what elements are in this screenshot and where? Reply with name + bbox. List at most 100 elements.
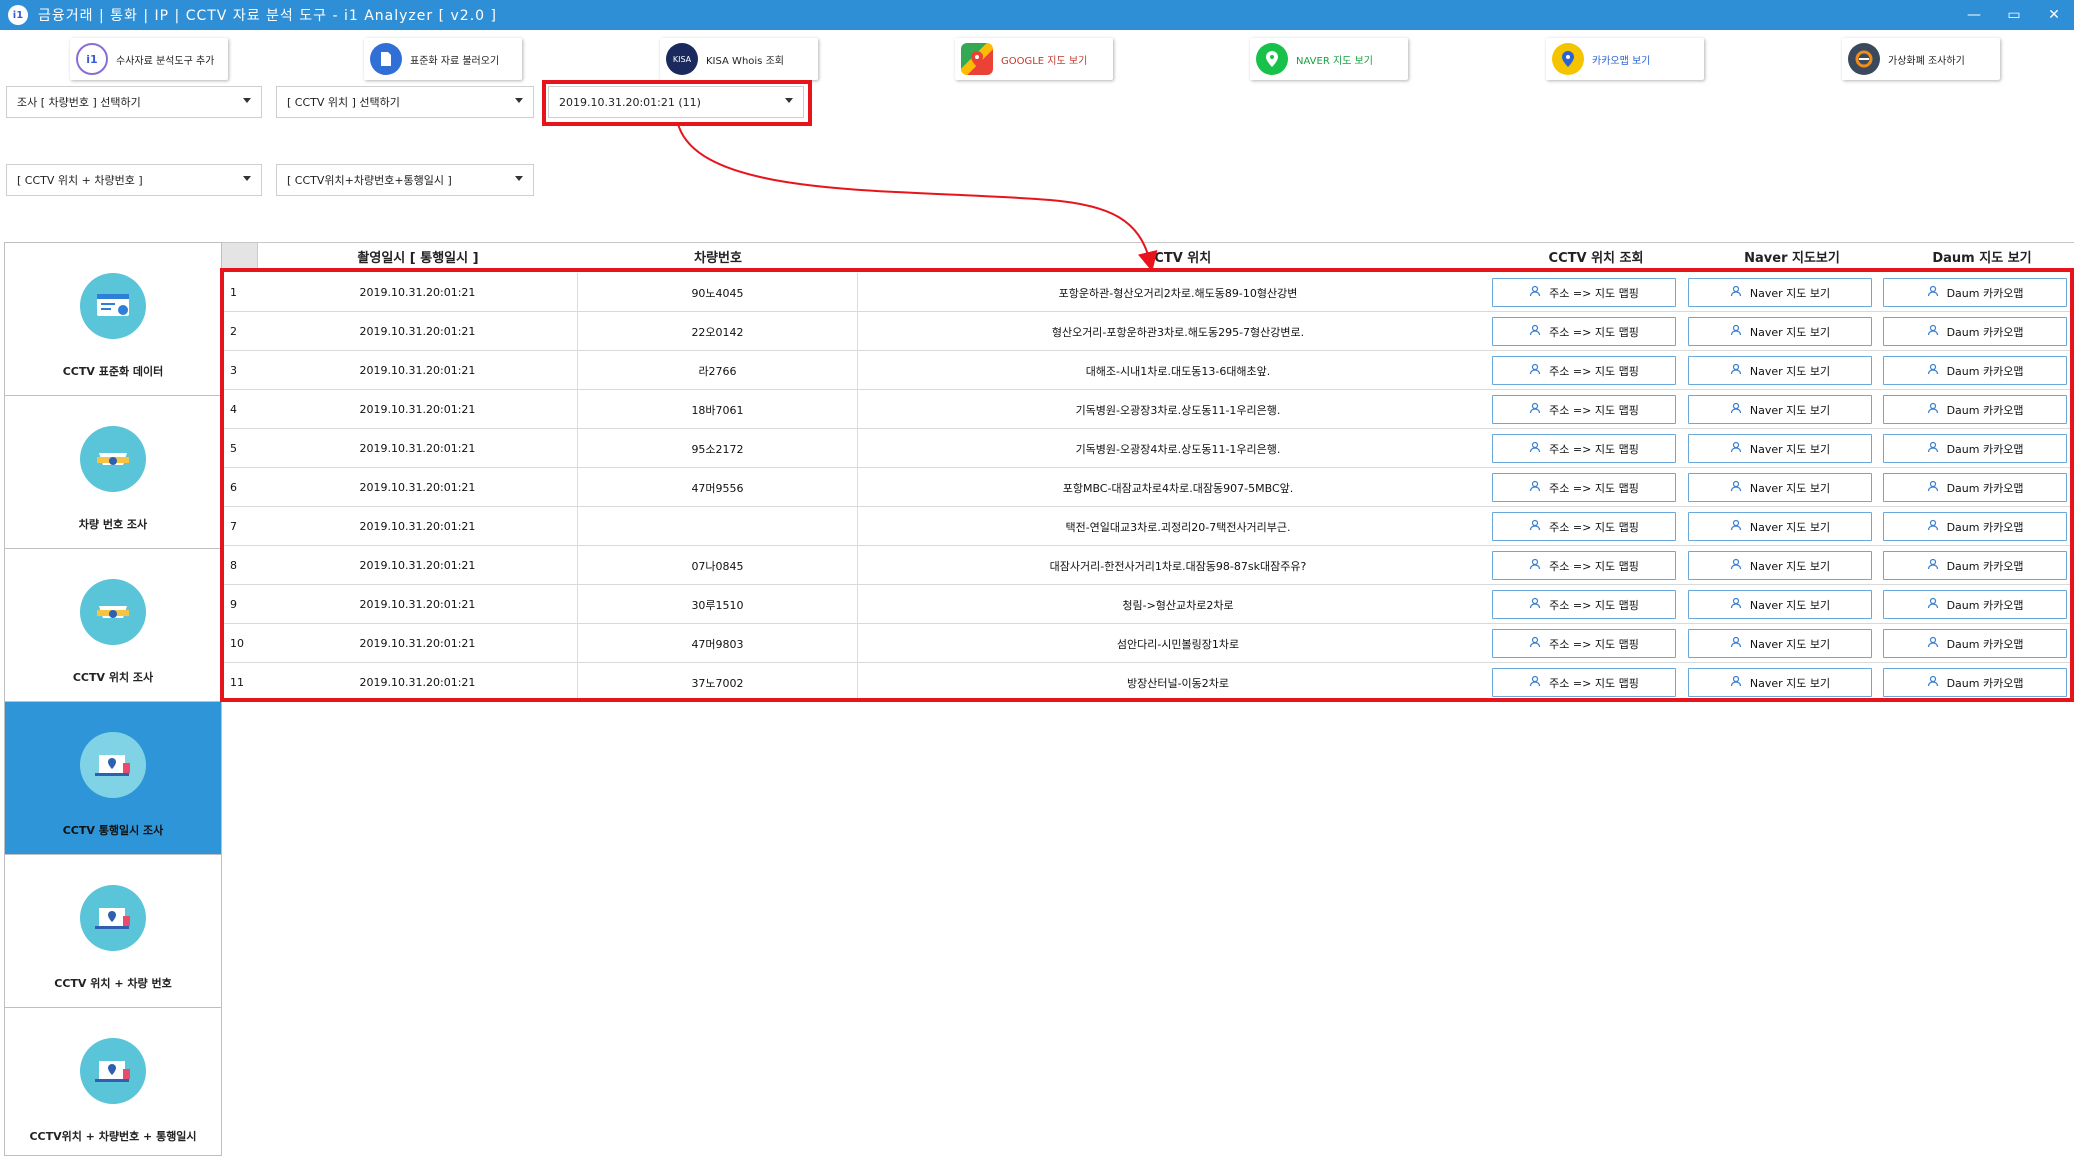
address-map-mapping-button[interactable]: 주소 => 지도 맵핑 bbox=[1492, 356, 1676, 385]
address-map-mapping-button[interactable]: 주소 => 지도 맵핑 bbox=[1492, 317, 1676, 346]
button-label: Naver 지도 보기 bbox=[1749, 364, 1831, 378]
person-icon bbox=[1927, 675, 1947, 690]
column-header-plate[interactable]: 차량번호 bbox=[578, 243, 858, 269]
person-icon bbox=[1529, 285, 1549, 300]
sidebar-item-cctv-location-plate-time[interactable]: CCTV위치 + 차량번호 + 통행일시 bbox=[5, 1008, 221, 1156]
address-map-mapping-button[interactable]: 주소 => 지도 맵핑 bbox=[1492, 434, 1676, 463]
address-map-mapping-button[interactable]: 주소 => 지도 맵핑 bbox=[1492, 590, 1676, 619]
load-standard-data-button[interactable]: 표준화 자료 불러오기 bbox=[364, 38, 522, 80]
cctv-location-select[interactable]: [ CCTV 위치 ] 선택하기 bbox=[276, 86, 534, 118]
kisa-whois-button[interactable]: KISA KISA Whois 조회 bbox=[660, 38, 818, 80]
sidebar-item-vehicle-number[interactable]: 차량 번호 조사 bbox=[5, 396, 221, 549]
button-label: Naver 지도 보기 bbox=[1749, 442, 1831, 456]
grid-corner-cell[interactable] bbox=[222, 243, 258, 269]
daum-kakaomap-button[interactable]: Daum 카카오맵 bbox=[1883, 356, 2067, 385]
daum-kakaomap-button[interactable]: Daum 카카오맵 bbox=[1883, 473, 2067, 502]
person-icon bbox=[1730, 402, 1750, 417]
crypto-investigation-button[interactable]: 가상화폐 조사하기 bbox=[1842, 38, 2000, 80]
button-label: Daum 카카오맵 bbox=[1946, 481, 2024, 495]
table-row[interactable]: 2 2019.10.31.20:01:21 22오0142 형산오거리-포항운하관3차… bbox=[222, 312, 2074, 351]
sidebar-item-label: CCTV 통행일시 조사 bbox=[62, 824, 164, 837]
cctv-plate-time-select[interactable]: [ CCTV위치+차량번호+통행일시 ] bbox=[276, 164, 534, 196]
kakao-map-pin-icon bbox=[1552, 43, 1584, 75]
button-label: Naver 지도 보기 bbox=[1749, 403, 1831, 417]
table-row[interactable]: 3 2019.10.31.20:01:21 라2766 대해조-시내1차로.대도동13… bbox=[222, 351, 2074, 390]
sidebar-item-cctv-location-plate[interactable]: CCTV 위치 + 차량 번호 bbox=[5, 855, 221, 1008]
google-map-button[interactable]: GOOGLE 지도 보기 bbox=[955, 38, 1113, 80]
naver-map-button[interactable]: NAVER 지도 보기 bbox=[1250, 38, 1408, 80]
daum-kakaomap-button[interactable]: Daum 카카오맵 bbox=[1883, 395, 2067, 424]
daum-kakaomap-button[interactable]: Daum 카카오맵 bbox=[1883, 434, 2067, 463]
column-header-naver-map[interactable]: Naver 지도보기 bbox=[1694, 243, 1890, 269]
address-map-mapping-button[interactable]: 주소 => 지도 맵핑 bbox=[1492, 668, 1676, 697]
table-row[interactable]: 11 2019.10.31.20:01:21 37노7002 방장산터널-이동2차로 주… bbox=[222, 663, 2074, 702]
naver-map-view-button[interactable]: Naver 지도 보기 bbox=[1688, 551, 1872, 580]
toolbar-label: 카카오맵 보기 bbox=[1592, 55, 1651, 67]
address-map-mapping-button[interactable]: 주소 => 지도 맵핑 bbox=[1492, 512, 1676, 541]
address-map-mapping-button[interactable]: 주소 => 지도 맵핑 bbox=[1492, 551, 1676, 580]
naver-map-view-button[interactable]: Naver 지도 보기 bbox=[1688, 473, 1872, 502]
row-number: 1 bbox=[230, 286, 237, 299]
window-title: 금융거래 | 통화 | IP | CCTV 자료 분석 도구 - i1 Anal… bbox=[38, 8, 497, 24]
table-row[interactable]: 7 2019.10.31.20:01:21 택전-연일대교3차로.괴정리20-7택전… bbox=[222, 507, 2074, 546]
button-label: 주소 => 지도 맵핑 bbox=[1549, 442, 1639, 456]
naver-map-view-button[interactable]: Naver 지도 보기 bbox=[1688, 278, 1872, 307]
daum-kakaomap-button[interactable]: Daum 카카오맵 bbox=[1883, 278, 2067, 307]
minimize-icon[interactable]: — bbox=[1954, 0, 1994, 30]
daum-kakaomap-button[interactable]: Daum 카카오맵 bbox=[1883, 668, 2067, 697]
person-icon bbox=[1927, 363, 1947, 378]
toolbar-label: 표준화 자료 불러오기 bbox=[410, 55, 500, 67]
daum-kakaomap-button[interactable]: Daum 카카오맵 bbox=[1883, 551, 2067, 580]
kakao-map-button[interactable]: 카카오맵 보기 bbox=[1546, 38, 1704, 80]
column-header-daum-map[interactable]: Daum 지도 보기 bbox=[1890, 243, 2074, 269]
close-icon[interactable]: ✕ bbox=[2034, 0, 2074, 30]
person-icon bbox=[1730, 363, 1750, 378]
address-map-mapping-button[interactable]: 주소 => 지도 맵핑 bbox=[1492, 278, 1676, 307]
cell-plate: 30루1510 bbox=[578, 585, 858, 624]
table-row[interactable]: 5 2019.10.31.20:01:21 95소2172 기독병원-오광장4차로.상… bbox=[222, 429, 2074, 468]
window-controls: — ▭ ✕ bbox=[1954, 0, 2074, 30]
address-map-mapping-button[interactable]: 주소 => 지도 맵핑 bbox=[1492, 473, 1676, 502]
person-icon bbox=[1730, 636, 1750, 651]
daum-kakaomap-button[interactable]: Daum 카카오맵 bbox=[1883, 512, 2067, 541]
cell-datetime: 2019.10.31.20:01:21 bbox=[258, 585, 578, 624]
add-analysis-tool-button[interactable]: i1 수사자료 분석도구 추가 bbox=[70, 38, 228, 80]
column-header-cctv-location[interactable]: CCTV 위치 bbox=[858, 243, 1498, 269]
row-number: 10 bbox=[230, 637, 244, 650]
naver-map-view-button[interactable]: Naver 지도 보기 bbox=[1688, 434, 1872, 463]
survey-plate-select[interactable]: 조사 [ 차량번호 ] 선택하기 bbox=[6, 86, 262, 118]
person-icon bbox=[1730, 441, 1750, 456]
daum-kakaomap-button[interactable]: Daum 카카오맵 bbox=[1883, 629, 2067, 658]
table-row[interactable]: 6 2019.10.31.20:01:21 47머9556 포항MBC-대잠교차로4차… bbox=[222, 468, 2074, 507]
table-row[interactable]: 10 2019.10.31.20:01:21 47머9803 섬안다리-시민볼링장1차… bbox=[222, 624, 2074, 663]
select-value: [ CCTV 위치 + 차량번호 ] bbox=[17, 174, 143, 187]
naver-map-view-button[interactable]: Naver 지도 보기 bbox=[1688, 512, 1872, 541]
daum-kakaomap-button[interactable]: Daum 카카오맵 bbox=[1883, 317, 2067, 346]
daum-kakaomap-button[interactable]: Daum 카카오맵 bbox=[1883, 590, 2067, 619]
cell-plate bbox=[578, 507, 858, 546]
maximize-icon[interactable]: ▭ bbox=[1994, 0, 2034, 30]
column-header-cctv-lookup[interactable]: CCTV 위치 조회 bbox=[1498, 243, 1694, 269]
cctv-plate-select[interactable]: [ CCTV 위치 + 차량번호 ] bbox=[6, 164, 262, 196]
button-label: Daum 카카오맵 bbox=[1946, 559, 2024, 573]
naver-map-view-button[interactable]: Naver 지도 보기 bbox=[1688, 590, 1872, 619]
address-map-mapping-button[interactable]: 주소 => 지도 맵핑 bbox=[1492, 395, 1676, 424]
title-bar: i1 금융거래 | 통화 | IP | CCTV 자료 분석 도구 - i1 A… bbox=[0, 0, 2074, 30]
naver-map-view-button[interactable]: Naver 지도 보기 bbox=[1688, 629, 1872, 658]
cell-cctv-location: 기독병원-오광장3차로.상도동11-1우리은행. bbox=[1075, 403, 1281, 417]
naver-map-view-button[interactable]: Naver 지도 보기 bbox=[1688, 356, 1872, 385]
datetime-highlight-box bbox=[542, 80, 812, 126]
table-row[interactable]: 9 2019.10.31.20:01:21 30루1510 청림->형산교차로2차로 주… bbox=[222, 585, 2074, 624]
table-row[interactable]: 4 2019.10.31.20:01:21 18바7061 기독병원-오광장3차로.상… bbox=[222, 390, 2074, 429]
sidebar-item-cctv-time[interactable]: CCTV 통행일시 조사 bbox=[5, 702, 221, 855]
sidebar-item-cctv-location[interactable]: CCTV 위치 조사 bbox=[5, 549, 221, 702]
table-row[interactable]: 8 2019.10.31.20:01:21 07나0845 대잠사거리-한전사거리1차… bbox=[222, 546, 2074, 585]
naver-map-view-button[interactable]: Naver 지도 보기 bbox=[1688, 317, 1872, 346]
table-row[interactable]: 1 2019.10.31.20:01:21 90노4045 포항운하관-형산오거리2차… bbox=[222, 273, 2074, 312]
address-map-mapping-button[interactable]: 주소 => 지도 맵핑 bbox=[1492, 629, 1676, 658]
column-header-datetime[interactable]: 촬영일시 [ 통행일시 ] bbox=[258, 243, 578, 269]
sidebar-item-cctv-standard-data[interactable]: CCTV 표준화 데이터 bbox=[5, 243, 221, 396]
naver-map-view-button[interactable]: Naver 지도 보기 bbox=[1688, 668, 1872, 697]
naver-map-view-button[interactable]: Naver 지도 보기 bbox=[1688, 395, 1872, 424]
person-icon bbox=[1730, 675, 1750, 690]
